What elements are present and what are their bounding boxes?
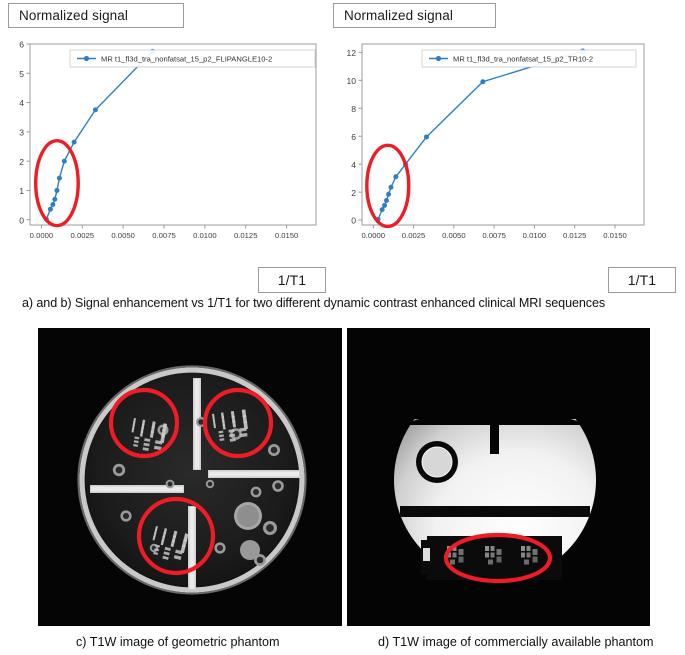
svg-text:MR t1_fl3d_tra_nonfatsat_15_p2: MR t1_fl3d_tra_nonfatsat_15_p2_FLIPANGLE… [101, 55, 272, 64]
svg-text:5: 5 [19, 69, 24, 79]
chart-panel-a: 0 1 2 3 4 5 6 0.0000 0.0025 0.0050 0.0075 0.0100 0.0… [8, 36, 328, 251]
svg-text:0.0150: 0.0150 [603, 231, 627, 240]
svg-text:0.0100: 0.0100 [523, 231, 547, 240]
svg-text:0.0125: 0.0125 [563, 231, 587, 240]
caption-panels-ab: a) and b) Signal enhancement vs 1/T1 for… [22, 296, 606, 310]
svg-text:0.0050: 0.0050 [111, 231, 135, 240]
svg-text:0.0150: 0.0150 [275, 231, 299, 240]
chart-panel-b: 0 2 4 6 8 10 12 0.0000 0.0025 0.0050 0.0075 0.0100 0… [336, 36, 656, 251]
svg-text:4: 4 [351, 160, 356, 170]
svg-text:12: 12 [346, 48, 356, 58]
panel-b-ylabel-box: Normalized signal [333, 3, 496, 28]
figure-root: Normalized signal Normalized signal 0123… [0, 0, 685, 655]
svg-text:6: 6 [351, 132, 356, 142]
panel-a-ylabel-box: Normalized signal [8, 3, 184, 28]
svg-text:4: 4 [19, 98, 24, 108]
mri-image-commercial-phantom [347, 328, 650, 626]
panel-a-plot-svg: 0 1 2 3 4 5 6 0.0000 0.0025 0.0050 0.0075 0.0100 0.0… [19, 40, 317, 240]
svg-text:2: 2 [19, 157, 24, 167]
svg-text:8: 8 [351, 104, 356, 114]
svg-text:0.0000: 0.0000 [30, 231, 54, 240]
svg-text:2: 2 [351, 188, 356, 198]
svg-text:0: 0 [19, 215, 24, 225]
svg-text:0.0125: 0.0125 [234, 231, 258, 240]
svg-text:MR t1_fl3d_tra_nonfatsat_15_p2: MR t1_fl3d_tra_nonfatsat_15_p2_TR10-2 [453, 55, 593, 64]
svg-text:0.0075: 0.0075 [482, 231, 506, 240]
caption-panel-c: c) T1W image of geometric phantom [76, 635, 280, 649]
geometric-phantom-svg [38, 328, 342, 626]
svg-text:3: 3 [19, 127, 24, 137]
mri-image-geometric-phantom [38, 328, 342, 626]
svg-text:0.0025: 0.0025 [71, 231, 95, 240]
svg-text:6: 6 [19, 40, 24, 50]
svg-text:0: 0 [351, 216, 356, 226]
panel-b-plot-svg: 0 2 4 6 8 10 12 0.0000 0.0025 0.0050 0.0075 0.0100 0… [346, 43, 645, 240]
svg-text:0.0050: 0.0050 [442, 231, 466, 240]
svg-text:0.0000: 0.0000 [362, 231, 386, 240]
caption-panel-d: d) T1W image of commercially available p… [378, 635, 654, 649]
svg-text:0.0075: 0.0075 [152, 231, 176, 240]
panel-b-xlabel-box: 1/T1 [608, 267, 676, 293]
commercial-phantom-svg [347, 328, 650, 626]
svg-text:0.0100: 0.0100 [193, 231, 217, 240]
svg-text:10: 10 [346, 76, 356, 86]
svg-text:1: 1 [19, 186, 24, 196]
svg-text:0.0025: 0.0025 [402, 231, 426, 240]
panel-a-xlabel-box: 1/T1 [258, 267, 326, 293]
